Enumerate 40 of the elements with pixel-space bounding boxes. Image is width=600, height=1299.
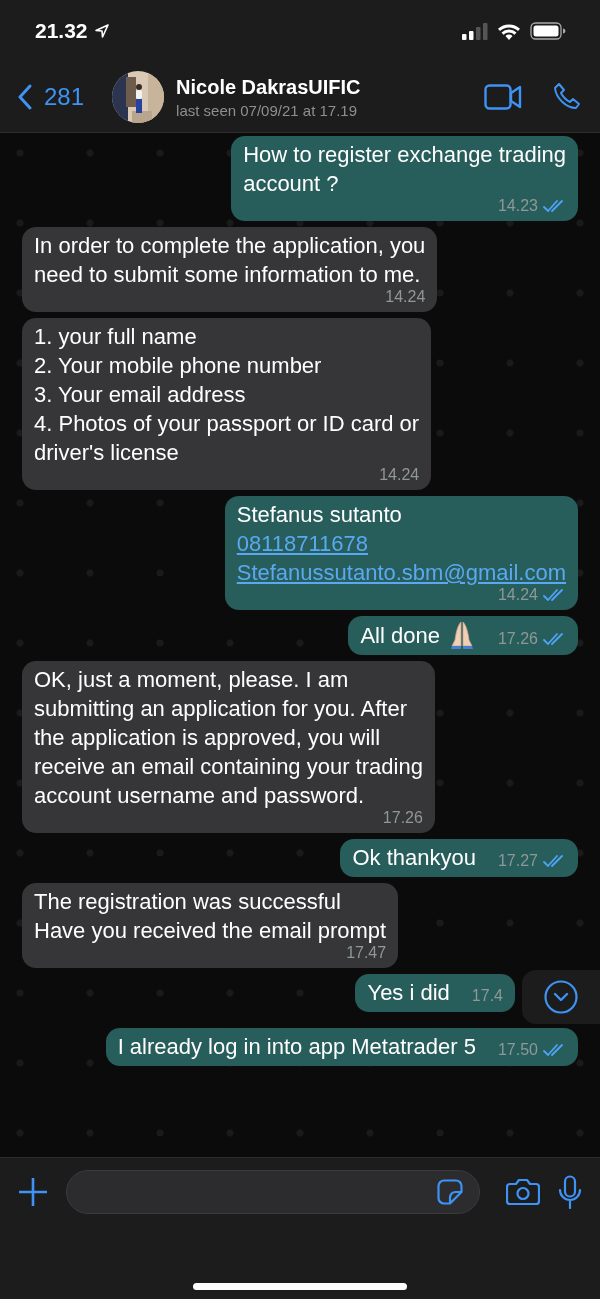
message-time: 17.47 <box>346 943 387 963</box>
message-time: 17.50 <box>497 1040 538 1060</box>
message-text: 1. your full name 2. Your mobile phone number 3. Your email address 4. Photos of your passport or ID card or driver's license <box>34 323 420 467</box>
battery-icon <box>530 22 566 40</box>
message-link[interactable]: 08118711678 <box>236 529 369 558</box>
camera-icon[interactable] <box>506 1177 540 1206</box>
message-text: How to register exchange trading account ? <box>243 141 566 198</box>
location-arrow-icon <box>93 23 110 39</box>
back-button[interactable]: 281 <box>18 83 85 111</box>
contact-name[interactable]: Nicole DakrasUIFIC <box>176 75 484 99</box>
message-time: 14.23 <box>497 196 538 216</box>
message-text: In order to complete the application, you need to submit some information to me. <box>34 232 426 289</box>
message-text: I already log in into app Metatrader 5 <box>117 1033 476 1061</box>
message-time: 14.24 <box>379 465 420 485</box>
message-link[interactable]: Stefanussutanto.sbm@gmail.com <box>236 558 566 587</box>
message-time: 17.4 <box>471 986 503 1006</box>
phone-call-icon[interactable] <box>552 82 582 112</box>
message-text: Ok thankyou <box>352 844 476 872</box>
signal-icon <box>462 22 488 40</box>
message-text: Yes i did <box>367 979 450 1007</box>
message-time: 17.26 <box>497 629 538 649</box>
message-text: Stefanus sutanto <box>236 501 403 529</box>
message-input[interactable] <box>66 1169 480 1214</box>
scroll-down-button[interactable] <box>522 970 600 1024</box>
sticker-icon[interactable] <box>437 1178 463 1205</box>
clock-time: 21.32 <box>35 19 88 43</box>
add-icon[interactable] <box>18 1176 48 1207</box>
message-text: OK, just a moment, please. I am submitting an application for you. After the application is approved, you will receive an email containing your trading account username and password. <box>34 666 423 810</box>
message-time: 17.26 <box>382 808 423 828</box>
message-text: All done <box>360 621 440 650</box>
chevron-down-circle-icon <box>544 980 578 1014</box>
message-time: 14.24 <box>497 585 538 605</box>
last-seen-text: last seen 07/09/21 at 17.19 <box>176 101 359 119</box>
message-time: 17.27 <box>497 851 538 871</box>
message-time: 14.24 <box>385 287 426 307</box>
video-call-icon[interactable] <box>484 84 522 110</box>
microphone-icon[interactable] <box>558 1174 582 1209</box>
back-chevron-icon <box>18 84 32 110</box>
wifi-icon <box>497 22 521 40</box>
message-text: The registration was successful Have you received the email prompt <box>34 888 387 945</box>
